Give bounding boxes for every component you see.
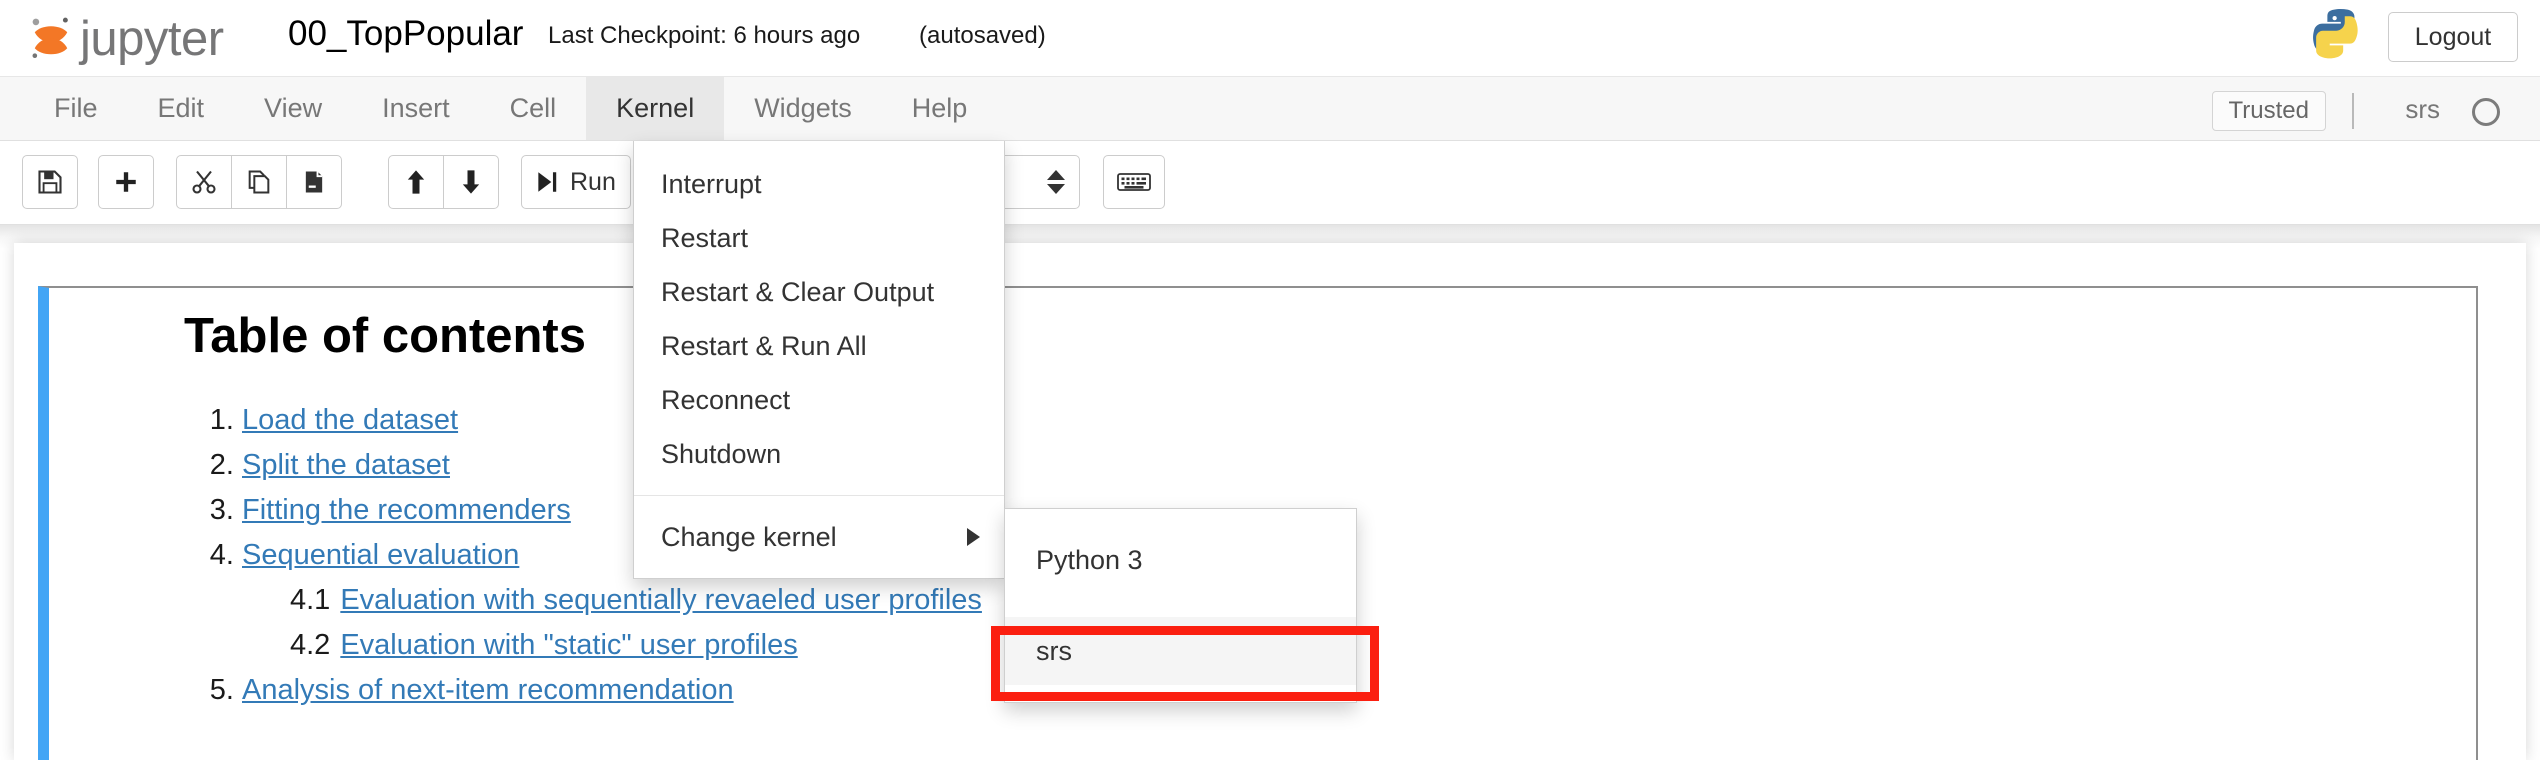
- kernel-option-python3[interactable]: Python 3: [1005, 526, 1356, 594]
- menu-file[interactable]: File: [24, 77, 128, 140]
- menu-insert[interactable]: Insert: [352, 77, 480, 140]
- jupyter-logo[interactable]: jupyter: [28, 6, 224, 68]
- menu-edit[interactable]: Edit: [128, 77, 235, 140]
- menubar-divider: [2352, 93, 2354, 129]
- menu-view[interactable]: View: [234, 77, 352, 140]
- toolbar-group-move: [388, 155, 499, 209]
- toc-link-1[interactable]: Load the dataset: [242, 404, 458, 436]
- menu-items: File Edit View Insert Cell Kernel Widget…: [24, 77, 997, 140]
- toolbar-group-clipboard: [176, 155, 342, 209]
- menu-kernel[interactable]: Kernel: [586, 77, 725, 140]
- insert-cell-button[interactable]: [98, 155, 154, 209]
- scissors-icon: [192, 170, 216, 194]
- toc-sublist-4: 4.1 Evaluation with sequentially revaeled…: [242, 578, 2476, 668]
- menu-cell[interactable]: Cell: [480, 77, 587, 140]
- command-palette-button[interactable]: [1103, 155, 1165, 209]
- kernel-option-srs[interactable]: srs: [1005, 617, 1356, 685]
- move-cell-up-button[interactable]: [388, 155, 444, 209]
- list-item: Fitting the recommenders: [242, 488, 2476, 533]
- list-item: 4.2 Evaluation with "static" user profile…: [290, 623, 2476, 668]
- kernel-menu-reconnect[interactable]: Reconnect: [634, 373, 1004, 427]
- run-icon: [538, 172, 557, 192]
- python-logo-icon: [2313, 8, 2358, 59]
- header-bar: jupyter 00_TopPopular Last Checkpoint: 6…: [0, 0, 2540, 77]
- toc-link-4[interactable]: Sequential evaluation: [242, 539, 519, 571]
- jupyter-notebook-app: jupyter 00_TopPopular Last Checkpoint: 6…: [0, 0, 2540, 760]
- save-button[interactable]: [22, 155, 78, 209]
- trusted-badge[interactable]: Trusted: [2211, 91, 2326, 131]
- toc-link-5[interactable]: Analysis of next-item recommendation: [242, 674, 734, 706]
- toc-subnum-4-1: 4.1: [290, 583, 331, 616]
- kernel-status-icon[interactable]: [2472, 98, 2500, 126]
- toolbar-group-run: Run: [521, 155, 631, 209]
- move-cell-down-button[interactable]: [443, 155, 499, 209]
- run-label: Run: [570, 167, 616, 196]
- logout-button[interactable]: Logout: [2388, 12, 2518, 62]
- toolbar: Run: [0, 141, 2540, 225]
- cut-button[interactable]: [176, 155, 232, 209]
- list-item: Split the dataset: [242, 443, 2476, 488]
- menu-widgets[interactable]: Widgets: [724, 77, 882, 140]
- run-cell-button[interactable]: Run: [521, 155, 631, 209]
- page-title: Table of contents: [184, 309, 587, 363]
- copy-icon: [248, 170, 270, 194]
- change-kernel-submenu: Python 3 srs: [1004, 508, 1357, 703]
- arrow-up-icon: [407, 170, 425, 194]
- toolbar-group-save: [22, 155, 78, 209]
- kernel-menu-change-kernel[interactable]: Change kernel: [634, 510, 1004, 564]
- submenu-spacer: [1005, 594, 1356, 617]
- toc-link-3[interactable]: Fitting the recommenders: [242, 494, 571, 526]
- list-item: 4.1 Evaluation with sequentially revaeled…: [290, 578, 2476, 623]
- kernel-name-label: srs: [2405, 94, 2440, 124]
- kernel-menu-restart-clear-output[interactable]: Restart & Clear Output: [634, 265, 1004, 319]
- plus-icon: [116, 172, 136, 192]
- notebook-title[interactable]: 00_TopPopular: [288, 6, 523, 62]
- floppy-disk-icon: [38, 170, 62, 194]
- kernel-menu-interrupt[interactable]: Interrupt: [634, 157, 1004, 211]
- arrow-down-icon: [462, 170, 480, 194]
- jupyter-planet-icon: [32, 17, 68, 58]
- list-item: Analysis of next-item recommendation: [242, 668, 2476, 713]
- autosaved-label: (autosaved): [919, 22, 1046, 49]
- caret-right-icon: [967, 528, 980, 546]
- kernel-menu-restart-run-all[interactable]: Restart & Run All: [634, 319, 1004, 373]
- toc-link-4-2[interactable]: Evaluation with "static" user profiles: [340, 629, 797, 661]
- list-item: Load the dataset: [242, 398, 2476, 443]
- last-checkpoint-label: Last Checkpoint: 6 hours ago: [548, 22, 861, 49]
- menu-bar: File Edit View Insert Cell Kernel Widget…: [0, 77, 2540, 141]
- change-kernel-label: Change kernel: [661, 522, 837, 552]
- toolbar-group-insert: [98, 155, 154, 209]
- list-item: Sequential evaluation 4.1 Evaluation with…: [242, 533, 2476, 668]
- toc-link-2[interactable]: Split the dataset: [242, 449, 450, 481]
- kernel-menu-restart[interactable]: Restart: [634, 211, 1004, 265]
- caret-updown-icon: [1047, 170, 1065, 194]
- keyboard-icon: [1117, 173, 1151, 191]
- paste-icon: [305, 171, 323, 193]
- kernel-menu-shutdown[interactable]: Shutdown: [634, 427, 1004, 481]
- toc-subnum-4-2: 4.2: [290, 628, 331, 661]
- jupyter-wordmark: jupyter: [80, 11, 224, 66]
- menu-divider: [634, 495, 1004, 496]
- kernel-dropdown-menu: Interrupt Restart Restart & Clear Output…: [633, 141, 1005, 579]
- copy-button[interactable]: [231, 155, 287, 209]
- menu-help[interactable]: Help: [882, 77, 998, 140]
- toc-link-4-1[interactable]: Evaluation with sequentially revaeled us…: [340, 584, 982, 616]
- paste-button[interactable]: [286, 155, 342, 209]
